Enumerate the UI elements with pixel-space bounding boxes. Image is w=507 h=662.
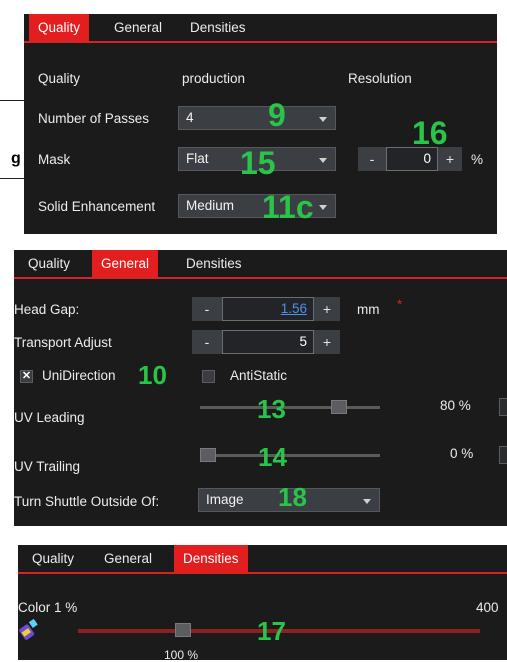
densities-panel: Quality General Densities Color 1 % 400 … bbox=[18, 545, 507, 662]
uv-leading-value: 80 % bbox=[440, 398, 471, 413]
turn-shuttle-value: Image bbox=[206, 492, 244, 507]
outside-line-bottom bbox=[0, 178, 24, 179]
transport-adjust-label: Transport Adjust bbox=[14, 335, 112, 350]
tab-underline bbox=[14, 277, 507, 279]
tab-underline bbox=[18, 572, 507, 574]
annotation-uv-trailing: 14 bbox=[258, 442, 287, 472]
dropdown-arrow-icon bbox=[319, 158, 327, 163]
tab-quality[interactable]: Quality bbox=[19, 250, 79, 277]
resolution-input[interactable]: 0 bbox=[386, 147, 438, 171]
uv-leading-slider-handle[interactable] bbox=[331, 400, 348, 414]
unidirection-checkbox[interactable]: ✕ bbox=[20, 370, 33, 383]
tab-bar: Quality General Densities bbox=[24, 14, 497, 41]
dropdown-arrow-icon bbox=[363, 499, 371, 504]
color-1-max: 400 bbox=[476, 600, 499, 615]
head-gap-unit: mm bbox=[357, 302, 380, 317]
resolution-unit: % bbox=[471, 152, 484, 167]
tab-densities[interactable]: Densities bbox=[177, 250, 251, 277]
quality-value: production bbox=[182, 71, 246, 86]
tab-bar: Quality General Densities bbox=[14, 250, 507, 277]
uv-trailing-track bbox=[200, 454, 380, 457]
annotation-uv-leading: 13 bbox=[257, 394, 286, 424]
annotation-shuttle: 18 bbox=[278, 482, 307, 512]
resolution-minus-button[interactable]: - bbox=[358, 147, 386, 171]
tab-densities[interactable]: Densities bbox=[181, 14, 255, 41]
uv-leading-edge-box bbox=[499, 398, 507, 416]
solid-enhancement-value: Medium bbox=[186, 198, 235, 213]
antistatic-label: AntiStatic bbox=[230, 368, 288, 383]
head-gap-label: Head Gap: bbox=[14, 302, 80, 317]
general-panel: Quality General Densities Head Gap: - 1.… bbox=[14, 250, 507, 526]
head-gap-minus-button[interactable]: - bbox=[192, 297, 222, 321]
tab-quality[interactable]: Quality bbox=[29, 14, 90, 41]
passes-dropdown[interactable]: 4 bbox=[178, 106, 336, 130]
quality-panel: Quality General Densities Quality produc… bbox=[24, 14, 497, 234]
head-gap-plus-button[interactable]: + bbox=[314, 297, 340, 321]
color-1-slider-handle[interactable] bbox=[174, 623, 191, 637]
resolution-plus-button[interactable]: + bbox=[438, 147, 462, 171]
annotation-mask: 15 bbox=[240, 145, 276, 181]
tab-bar: Quality General Densities bbox=[18, 545, 507, 572]
passes-label: Number of Passes bbox=[38, 111, 150, 126]
tab-underline bbox=[24, 41, 497, 43]
annotation-unidirection: 10 bbox=[138, 360, 167, 390]
solid-enhancement-label: Solid Enhancement bbox=[38, 199, 156, 214]
turn-shuttle-label: Turn Shuttle Outside Of: bbox=[14, 494, 160, 509]
uv-trailing-edge-box bbox=[499, 446, 507, 464]
annotation-solid: 11c bbox=[262, 189, 314, 225]
uv-trailing-value: 0 % bbox=[450, 446, 474, 461]
outside-text-fragment: g bbox=[11, 150, 21, 167]
color-1-label: Color 1 % bbox=[18, 600, 78, 615]
mask-value: Flat bbox=[186, 151, 209, 166]
tab-densities[interactable]: Densities bbox=[174, 545, 248, 572]
uv-leading-track bbox=[200, 406, 380, 409]
spray-bottle-icon bbox=[18, 618, 42, 642]
unidirection-label: UniDirection bbox=[42, 368, 116, 383]
antistatic-checkbox[interactable] bbox=[202, 370, 215, 383]
resolution-label: Resolution bbox=[348, 71, 412, 86]
tab-general[interactable]: General bbox=[95, 545, 161, 572]
quality-label: Quality bbox=[38, 71, 81, 86]
head-gap-required-marker: * bbox=[397, 297, 403, 312]
transport-minus-button[interactable]: - bbox=[192, 330, 222, 354]
head-gap-input[interactable]: 1.56 bbox=[222, 297, 314, 321]
dropdown-arrow-icon bbox=[319, 117, 327, 122]
uv-trailing-label: UV Trailing bbox=[14, 459, 81, 474]
tab-general[interactable]: General bbox=[105, 14, 171, 41]
checkbox-check-icon: ✕ bbox=[21, 370, 32, 382]
uv-trailing-slider-handle[interactable] bbox=[200, 448, 216, 462]
transport-input[interactable]: 5 bbox=[222, 330, 314, 354]
mask-label: Mask bbox=[38, 152, 71, 167]
passes-value: 4 bbox=[186, 110, 194, 125]
dropdown-arrow-icon bbox=[319, 205, 327, 210]
transport-plus-button[interactable]: + bbox=[314, 330, 340, 354]
tab-quality[interactable]: Quality bbox=[23, 545, 83, 572]
annotation-passes: 9 bbox=[268, 97, 286, 133]
annotation-color: 17 bbox=[257, 616, 286, 646]
uv-leading-label: UV Leading bbox=[14, 410, 85, 425]
outside-line-top bbox=[0, 100, 24, 101]
tab-general[interactable]: General bbox=[92, 250, 159, 277]
